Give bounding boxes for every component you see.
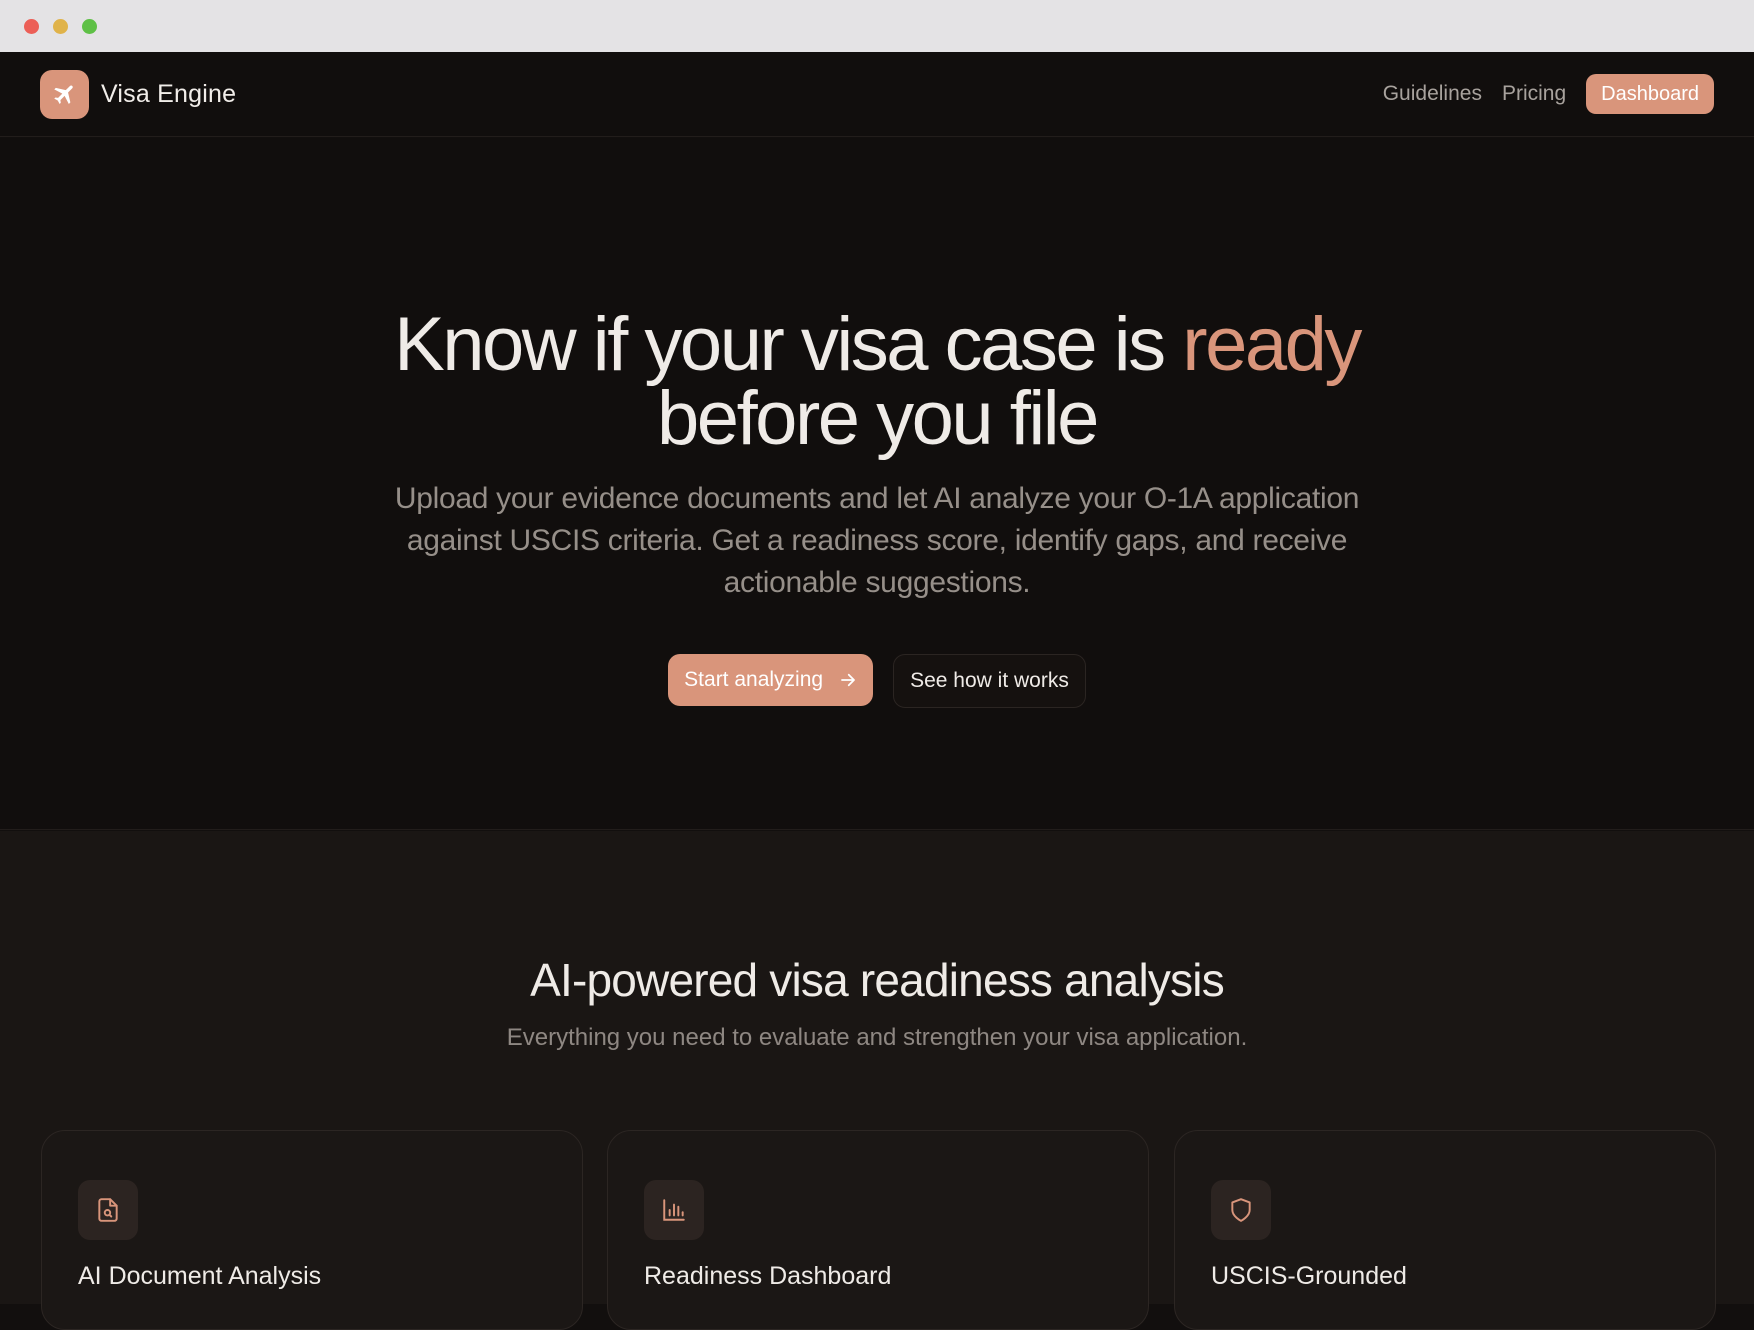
features-heading: AI-powered visa readiness analysis: [530, 954, 1225, 1006]
features-subheading: Everything you need to evaluate and stre…: [506, 1024, 1248, 1051]
hero-cta-row: Start analyzing See how it works: [0, 654, 1754, 708]
close-window-button[interactable]: [24, 18, 39, 34]
see-how-it-works-button[interactable]: See how it works: [893, 654, 1086, 708]
feature-card-title: USCIS-Grounded: [1211, 1262, 1407, 1290]
shield-icon: [1231, 1198, 1251, 1222]
features-section: AI-powered visa readiness analysis Every…: [0, 831, 1754, 1330]
plane-icon: [53, 85, 73, 104]
start-analyzing-button[interactable]: Start analyzing: [668, 654, 874, 706]
start-analyzing-label: Start analyzing: [684, 668, 824, 691]
brand-name[interactable]: Visa Engine: [101, 80, 236, 109]
hero-title-part1: Know if your visa case is: [394, 302, 1183, 387]
hero-subtitle: Upload your evidence documents and let A…: [394, 482, 1360, 599]
maximize-window-button[interactable]: [82, 18, 97, 34]
document-search-icon: [98, 1198, 118, 1222]
arrow-right-icon: [841, 673, 855, 687]
brand-logo[interactable]: [40, 69, 89, 119]
feature-card-title: AI Document Analysis: [78, 1262, 322, 1290]
feature-icon-wrap: [644, 1180, 704, 1240]
hero-title-accent: ready: [1182, 302, 1362, 387]
nav-link-pricing[interactable]: Pricing: [1502, 82, 1566, 106]
feature-icon-wrap: [1211, 1180, 1271, 1240]
nav-link-guidelines[interactable]: Guidelines: [1383, 82, 1482, 106]
bar-chart-icon: [663, 1199, 685, 1221]
feature-card-uscis-grounded[interactable]: USCIS-Grounded: [1174, 1130, 1716, 1330]
top-navbar: Visa Engine Guidelines Pricing Dashboard: [0, 52, 1754, 137]
feature-card-ai-document-analysis[interactable]: AI Document Analysis: [41, 1130, 583, 1330]
dashboard-button[interactable]: Dashboard: [1586, 74, 1714, 114]
nav-links: Guidelines Pricing Dashboard: [1383, 74, 1714, 114]
minimize-window-button[interactable]: [53, 18, 68, 34]
hero-title: Know if your visa case is ready before y…: [0, 307, 1754, 457]
hero-section: Know if your visa case is ready before y…: [0, 138, 1754, 830]
feature-icon-wrap: [78, 1180, 138, 1240]
hero-title-part2: before you file: [657, 376, 1099, 461]
window-titlebar: [0, 0, 1754, 52]
feature-card-title: Readiness Dashboard: [644, 1262, 892, 1290]
feature-card-readiness-dashboard[interactable]: Readiness Dashboard: [607, 1130, 1149, 1330]
